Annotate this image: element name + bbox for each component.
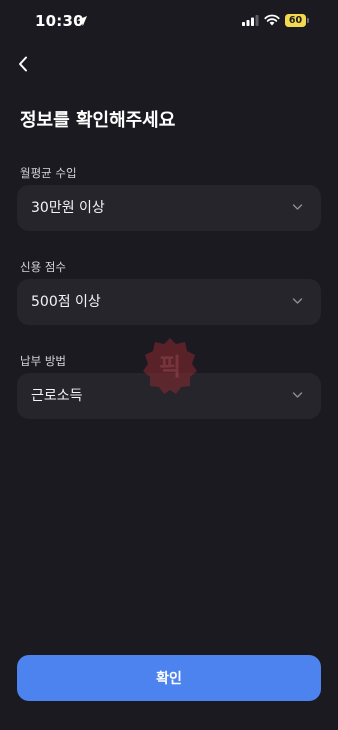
field-label-payment-method: 납부 방법 — [20, 354, 66, 368]
confirm-button-label: 확인 — [156, 670, 182, 686]
field-label-credit-score: 신용 점수 — [20, 260, 66, 274]
confirm-button[interactable]: 확인 — [17, 655, 321, 701]
screen: 10:30 60 정보를 확인해주세요 월평균 수입 30만원 이상 신용 점수… — [0, 0, 338, 730]
back-button[interactable] — [12, 52, 34, 76]
chevron-down-icon — [292, 392, 303, 398]
page-title: 정보를 확인해주세요 — [20, 110, 176, 131]
chevron-down-icon — [292, 204, 303, 210]
income-value: 30만원 이상 — [31, 200, 105, 216]
wifi-icon — [264, 14, 280, 26]
location-arrow-icon — [77, 16, 87, 26]
battery-level: 60 — [288, 15, 303, 26]
credit-score-value: 500점 이상 — [31, 294, 101, 310]
chevron-down-icon — [292, 298, 303, 304]
watermark-logo: 픽 — [143, 338, 197, 394]
field-label-income: 월평균 수입 — [20, 166, 77, 180]
battery-icon: 60 — [285, 14, 309, 27]
income-select[interactable]: 30만원 이상 — [17, 185, 321, 231]
battery-tip — [307, 18, 309, 23]
status-bar: 10:30 60 — [0, 0, 338, 44]
svg-text:픽: 픽 — [159, 353, 181, 381]
payment-method-value: 근로소득 — [31, 388, 83, 404]
signal-bars-icon — [242, 15, 259, 26]
chevron-left-icon — [19, 56, 27, 72]
credit-score-select[interactable]: 500점 이상 — [17, 279, 321, 325]
